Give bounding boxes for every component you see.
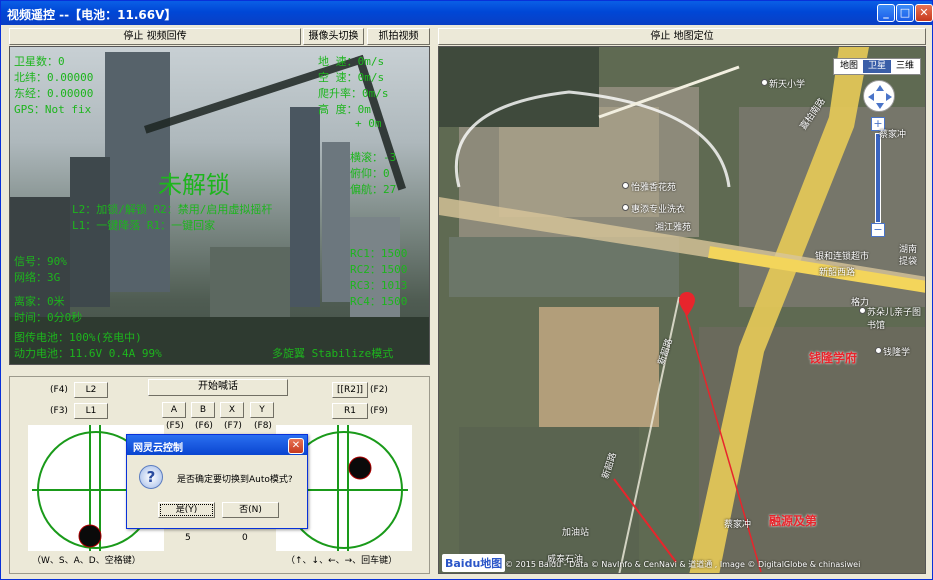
osd-network: 网络：3G xyxy=(14,271,61,284)
osd-time: 时间：0分0秒 xyxy=(14,311,83,324)
map-type-map[interactable]: 地图 xyxy=(835,60,863,73)
l1-button[interactable]: L1 xyxy=(74,403,108,419)
video-feed: 卫星数：0 北纬：0.00000 东经：0.00000 GPS：Not fix … xyxy=(9,46,430,365)
zoom-track[interactable] xyxy=(875,133,881,223)
osd-altitude: 高 度：0m xyxy=(318,103,371,116)
confirm-dialog: 网灵云控制 ✕ ? 是否确定要切换到Auto模式? 是(Y) 否(N) xyxy=(126,434,308,529)
osd-alt-delta: + 0m xyxy=(355,117,382,130)
right-key-hint: （↑、↓、←、→、回车键） xyxy=(286,556,398,566)
start-talk-button[interactable]: 开始喊话 xyxy=(148,379,288,396)
f9-label: (F9) xyxy=(370,406,388,416)
osd-signal: 信号：90% xyxy=(14,255,67,268)
l2-button[interactable]: L2 xyxy=(74,382,108,398)
map-type-3d[interactable]: 三维 xyxy=(891,60,919,73)
a-button[interactable]: A xyxy=(162,402,186,418)
map-type-switcher: 地图 卫星 三维 xyxy=(833,58,921,75)
map-poi-icon xyxy=(875,347,882,354)
dialog-yes-button[interactable]: 是(Y) xyxy=(158,502,215,518)
map-label: 银和连锁超市 xyxy=(815,252,870,262)
dialog-title-bar: 网灵云控制 ✕ xyxy=(127,435,307,455)
osd-flight-mode: 多旋翼 Stabilize模式 xyxy=(272,347,394,360)
right-value: 0 xyxy=(242,533,248,543)
window-title: 视频遥控 --【电池：11.66V】 xyxy=(7,8,177,22)
map-copyright: © 2015 Baidu - Data © NavInfo & CenNavi … xyxy=(505,560,861,569)
osd-ground-speed: 地 速：0m/s xyxy=(318,55,385,68)
map-pan-control[interactable] xyxy=(863,80,895,112)
osd-pitch: 俯仰：0 xyxy=(350,167,390,180)
f4-label: (F4) xyxy=(50,385,68,395)
left-key-hint: （W、S、A、D、空格键） xyxy=(32,556,141,566)
map-label: 湘江雅苑 xyxy=(655,223,692,233)
osd-air-speed: 空 速：0m/s xyxy=(318,71,385,84)
baidu-logo: Baidu地图 xyxy=(442,554,506,572)
dialog-no-button[interactable]: 否(N) xyxy=(222,502,279,518)
osd-video-battery: 图传电池：100%(充电中) xyxy=(14,331,142,344)
map-poi-icon xyxy=(859,307,866,314)
map-poi-icon xyxy=(761,79,768,86)
close-button[interactable]: ✕ xyxy=(915,4,933,22)
osd-latitude: 北纬：0.00000 xyxy=(14,71,94,84)
map-label: 融源及第 xyxy=(769,514,818,528)
map-view[interactable]: 地图 卫星 三维 + − 新天小学 怡雅香花苑 惠添专业洗衣 湘江雅苑 嘉柏南路… xyxy=(438,46,926,574)
maximize-button[interactable]: □ xyxy=(896,4,914,22)
osd-rc2: RC2：1500 xyxy=(350,263,408,276)
osd-rc4: RC4：1500 xyxy=(350,295,408,308)
map-label: 新天小学 xyxy=(769,80,806,90)
f8-label: (F8) xyxy=(254,421,272,431)
stop-video-button[interactable]: 停止 视频回传 xyxy=(9,28,301,45)
map-label: 格力 xyxy=(851,298,870,308)
osd-rc1: RC1：1500 xyxy=(350,247,408,260)
r2-button[interactable]: [[R2]] xyxy=(332,382,368,398)
map-label: 新韶西路 xyxy=(819,268,856,278)
main-window: 视频遥控 --【电池：11.66V】 _ □ ✕ 停止 视频回传 摄像头切换 抓… xyxy=(0,0,933,580)
f5-label: (F5) xyxy=(166,421,184,431)
y-button[interactable]: Y xyxy=(250,402,274,418)
map-label: 蔡家冲 xyxy=(724,520,752,530)
f6-label: (F6) xyxy=(195,421,213,431)
b-button[interactable]: B xyxy=(191,402,215,418)
osd-home-distance: 离家：0米 xyxy=(14,295,65,308)
osd-satellites: 卫星数：0 xyxy=(14,55,65,68)
map-label: 怡雅香花苑 xyxy=(631,183,677,193)
osd-power-battery: 动力电池：11.6V 0.4A 99% xyxy=(14,347,162,360)
map-pan-arrows-icon xyxy=(868,85,892,109)
r1-button[interactable]: R1 xyxy=(332,403,368,419)
building xyxy=(210,247,290,317)
switch-camera-button[interactable]: 摄像头切换 xyxy=(303,28,364,45)
osd-longitude: 东经：0.00000 xyxy=(14,87,94,100)
map-poi-icon xyxy=(622,204,629,211)
x-button[interactable]: X xyxy=(220,402,244,418)
zoom-out-icon[interactable]: − xyxy=(871,223,885,237)
osd-help-line2: L1：一键降落 R1：一键回家 xyxy=(72,219,216,232)
map-label: 钱隆学府 xyxy=(809,351,858,365)
dialog-message: 是否确定要切换到Auto模式? xyxy=(177,475,293,485)
map-label: 苏朵儿亲子图书馆 xyxy=(867,308,922,331)
osd-gps: GPS：Not fix xyxy=(14,103,92,116)
title-bar: 视频遥控 --【电池：11.66V】 _ □ ✕ xyxy=(1,1,933,25)
minimize-button[interactable]: _ xyxy=(877,4,895,22)
osd-lock-state: 未解锁 xyxy=(158,171,230,199)
location-pin-icon xyxy=(679,292,695,316)
osd-rc3: RC3：1013 xyxy=(350,279,408,292)
map-label: 惠添专业洗衣 xyxy=(631,205,686,215)
osd-yaw: 偏航：27 xyxy=(350,183,397,196)
map-label: 蔡家冲 xyxy=(879,130,907,140)
map-label: 钱隆学 xyxy=(883,348,911,358)
osd-climb-rate: 爬升率：0m/s xyxy=(318,87,389,100)
osd-help-line1: L2：加锁/解锁 R2：禁用/启用虚拟摇杆 xyxy=(72,203,273,216)
map-label: 加油站 xyxy=(562,528,590,538)
f3-label: (F3) xyxy=(50,406,68,416)
map-label: 提袋 xyxy=(899,257,918,267)
osd-roll: 横滚：-3 xyxy=(350,151,397,164)
map-type-satellite[interactable]: 卫星 xyxy=(863,60,891,73)
f7-label: (F7) xyxy=(224,421,242,431)
capture-video-button[interactable]: 抓拍视频 xyxy=(367,28,430,45)
question-icon: ? xyxy=(139,465,163,489)
f2-label: (F2) xyxy=(370,385,388,395)
left-value: 5 xyxy=(185,533,191,543)
stop-map-button[interactable]: 停止 地图定位 xyxy=(438,28,926,45)
dialog-title: 网灵云控制 xyxy=(133,443,183,454)
map-poi-icon xyxy=(622,182,629,189)
dialog-close-button[interactable]: ✕ xyxy=(288,438,304,454)
